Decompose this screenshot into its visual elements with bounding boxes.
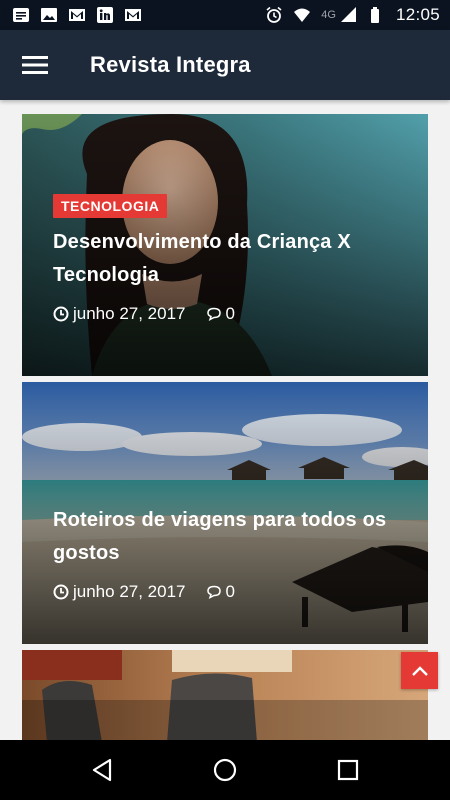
- wifi-icon: [294, 8, 311, 22]
- post-info: Roteiros de viagens para todos os gostos…: [53, 496, 398, 602]
- post-card[interactable]: TECNOLOGIA Desenvolvimento da Criança X …: [22, 114, 428, 376]
- comment-count: 0: [225, 304, 235, 323]
- clock: 12:05: [395, 5, 440, 24]
- comment-icon: [206, 307, 221, 321]
- back-icon: [92, 758, 111, 782]
- home-button[interactable]: [201, 746, 249, 794]
- back-button[interactable]: [78, 746, 126, 794]
- battery-icon: [370, 7, 379, 23]
- alarm-icon: [266, 6, 282, 23]
- post-date: junho 27, 2017: [53, 304, 186, 324]
- linkedin-icon: [97, 7, 113, 23]
- hamburger-menu-icon: [22, 56, 48, 74]
- post-comments[interactable]: 0: [206, 304, 235, 324]
- post-thumbnail: [22, 650, 428, 742]
- menu-button[interactable]: [0, 30, 70, 100]
- date-text: junho 27, 2017: [73, 304, 186, 323]
- image-icon: [41, 8, 57, 22]
- recents-button[interactable]: [324, 746, 372, 794]
- navigation-bar: [0, 740, 450, 800]
- status-bar: 4G 12:05: [0, 0, 450, 30]
- clock-icon: [53, 306, 69, 322]
- signal-icon: [340, 7, 356, 22]
- recents-icon: [338, 759, 359, 781]
- home-icon: [213, 758, 237, 782]
- post-meta: junho 27, 2017 0: [53, 304, 398, 324]
- post-date: junho 27, 2017: [53, 582, 186, 602]
- app-bar: Revista Integra: [0, 30, 450, 100]
- post-card[interactable]: [22, 650, 428, 742]
- date-text: junho 27, 2017: [73, 582, 186, 601]
- post-card[interactable]: Roteiros de viagens para todos os gostos…: [22, 382, 428, 644]
- gmail-icon: [125, 9, 141, 21]
- notification-icons: [12, 6, 142, 24]
- scroll-to-top-button[interactable]: [401, 652, 438, 689]
- comment-icon: [206, 585, 221, 599]
- comment-count: 0: [225, 582, 235, 601]
- post-list: TECNOLOGIA Desenvolvimento da Criança X …: [22, 114, 428, 748]
- category-badge[interactable]: TECNOLOGIA: [53, 194, 168, 218]
- post-comments[interactable]: 0: [206, 582, 235, 602]
- post-title[interactable]: Roteiros de viagens para todos os gostos: [53, 504, 398, 570]
- system-icons: 4G 12:05: [265, 5, 440, 25]
- network-type: 4G: [321, 9, 336, 21]
- post-title[interactable]: Desenvolvimento da Criança X Tecnologia: [53, 226, 398, 292]
- gmail-icon: [69, 9, 85, 21]
- app-title: Revista Integra: [90, 52, 251, 77]
- post-info: TECNOLOGIA Desenvolvimento da Criança X …: [53, 194, 398, 324]
- notes-icon: [13, 8, 29, 22]
- clock-icon: [53, 584, 69, 600]
- chevron-up-icon: [411, 665, 428, 676]
- post-meta: junho 27, 2017 0: [53, 582, 398, 602]
